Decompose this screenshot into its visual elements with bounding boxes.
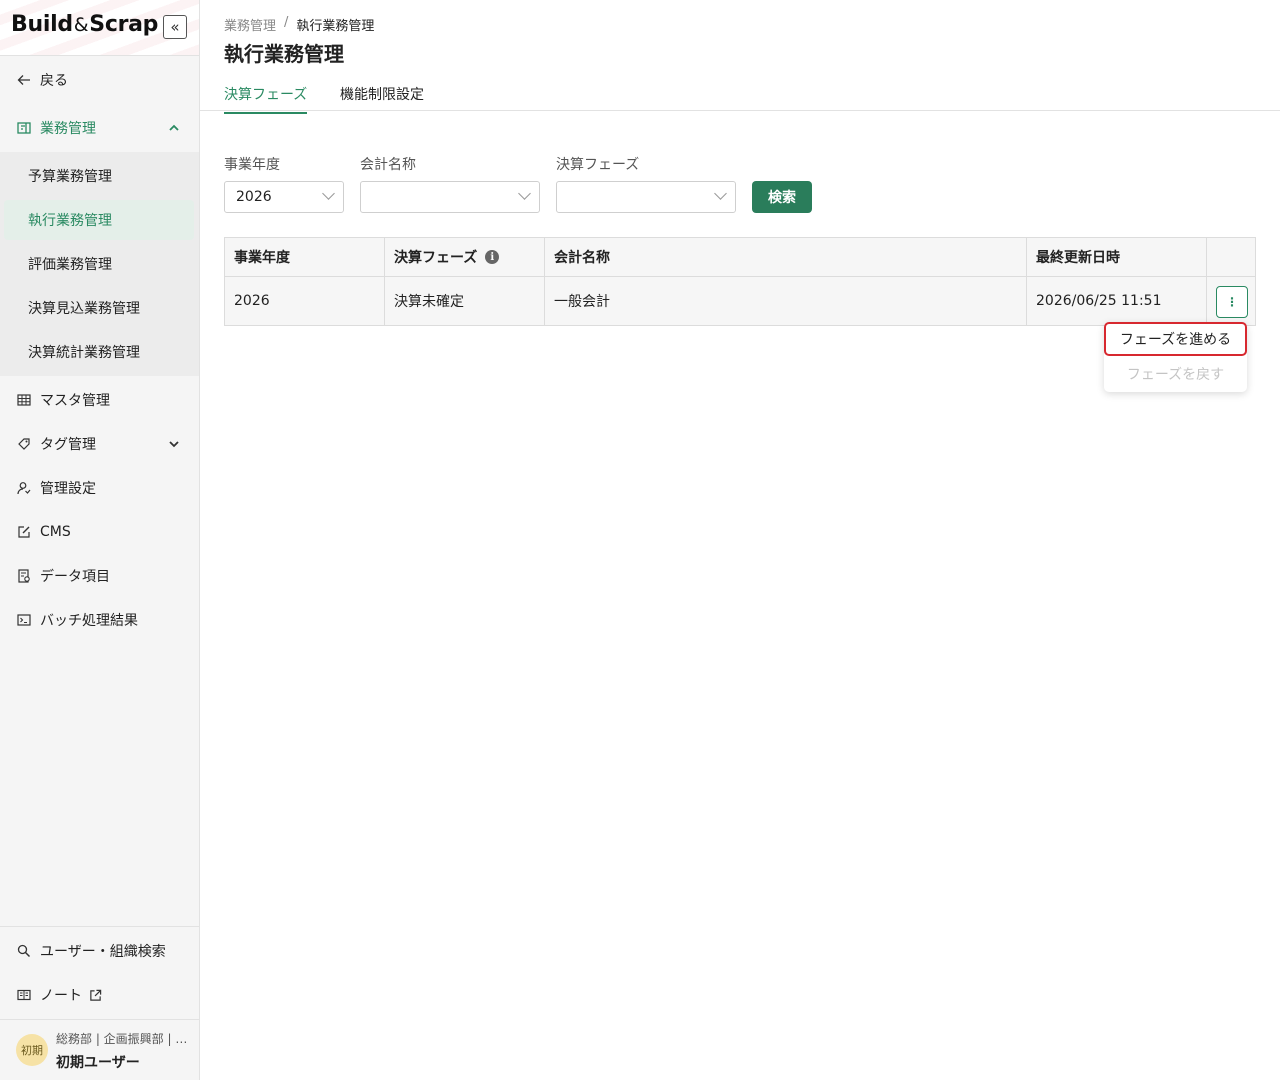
breadcrumb: 業務管理 / 執行業務管理 — [224, 15, 374, 34]
sidebar-item-label: CMS — [40, 524, 71, 540]
logo-main: Build — [11, 12, 73, 37]
user-name: 初期ユーザー — [56, 1055, 140, 1071]
row-actions-button[interactable]: ⋮ — [1216, 286, 1248, 318]
sidebar-item-label: データ項目 — [40, 569, 110, 585]
sidebar-item-cms[interactable]: CMS — [0, 510, 199, 554]
user-profile[interactable]: 初期 総務部 | 企画振興部 | … 初期ユーザー — [0, 1020, 199, 1080]
sidebar-divider — [0, 926, 199, 927]
sidebar-item-label: ユーザー・組織検索 — [40, 944, 166, 960]
sidebar-item-note[interactable]: ノート — [0, 973, 199, 1017]
sidebar-item-label: バッチ処理結果 — [40, 613, 138, 629]
edit-icon — [16, 524, 32, 540]
sidebar-item-admin-settings[interactable]: 管理設定 — [0, 466, 199, 510]
back-link[interactable]: 戻る — [0, 58, 199, 102]
phase-select[interactable] — [556, 181, 736, 213]
double-chevron-left-icon: « — [170, 17, 180, 36]
book-icon — [16, 987, 32, 1003]
phase-table: 事業年度 決算フェーズ i 会計名称 最終更新日時 2026 決算未確定 一般会… — [224, 237, 1256, 326]
logo-amp: & — [73, 14, 89, 36]
external-link-icon — [87, 987, 103, 1003]
sidebar-item-settlement-statistics[interactable]: 決算統計業務管理 — [4, 332, 194, 372]
sidebar-item-execution[interactable]: 執行業務管理 — [4, 200, 194, 240]
tag-icon — [16, 436, 32, 452]
column-header-fiscal-year: 事業年度 — [225, 238, 385, 277]
terminal-icon — [16, 612, 32, 628]
chevron-down-icon — [518, 187, 531, 200]
sidebar-item-label: 管理設定 — [40, 481, 96, 497]
fiscal-year-value: 2026 — [236, 189, 272, 205]
column-header-phase: 決算フェーズ i — [385, 238, 545, 277]
sidebar-item-evaluation[interactable]: 評価業務管理 — [4, 244, 194, 284]
sidebar-item-batch-results[interactable]: バッチ処理結果 — [0, 598, 199, 642]
advance-phase-menu-item[interactable]: フェーズを進める — [1104, 322, 1247, 356]
collapse-sidebar-button[interactable]: « — [163, 15, 187, 39]
revert-phase-menu-item: フェーズを戻す — [1126, 367, 1225, 383]
info-icon[interactable]: i — [485, 250, 500, 264]
app-logo[interactable]: Build&Scrap — [11, 12, 158, 37]
cell-phase: 決算未確定 — [385, 277, 545, 325]
sidebar-item-label: タグ管理 — [40, 437, 96, 453]
sidebar-item-data-items[interactable]: データ項目 — [0, 554, 199, 598]
fiscal-year-select[interactable]: 2026 — [224, 181, 344, 213]
cell-updated: 2026/06/25 11:51 — [1027, 277, 1207, 325]
column-header-updated: 最終更新日時 — [1027, 238, 1207, 277]
logo-area: Build&Scrap « — [0, 0, 199, 56]
sidebar-item-master[interactable]: マスタ管理 — [0, 378, 199, 422]
account-name-label: 会計名称 — [360, 157, 416, 173]
sidebar-group-business[interactable]: 業務管理 — [0, 106, 199, 150]
sidebar-item-user-search[interactable]: ユーザー・組織検索 — [0, 929, 199, 973]
chevron-up-icon — [169, 121, 179, 135]
sidebar-submenu: 予算業務管理 執行業務管理 評価業務管理 決算見込業務管理 決算統計業務管理 — [0, 152, 199, 376]
chevron-down-icon — [169, 437, 179, 451]
search-icon — [16, 943, 32, 959]
tab-settlement-phase[interactable]: 決算フェーズ — [224, 84, 308, 114]
chevron-down-icon — [322, 187, 335, 200]
account-name-select[interactable] — [360, 181, 540, 213]
cell-account: 一般会計 — [545, 277, 1027, 325]
breadcrumb-separator: / — [284, 15, 289, 30]
main-content: 業務管理 / 執行業務管理 執行業務管理 決算フェーズ 機能制限設定 事業年度 … — [200, 0, 1280, 1080]
tab-bar: 決算フェーズ 機能制限設定 — [200, 76, 1280, 114]
kebab-icon: ⋮ — [1226, 295, 1238, 309]
back-label: 戻る — [40, 73, 68, 89]
avatar: 初期 — [16, 1034, 48, 1066]
sidebar-item-tags[interactable]: タグ管理 — [0, 422, 199, 466]
chevron-down-icon — [714, 187, 727, 200]
arrow-left-icon — [16, 72, 32, 88]
logo-tail: Scrap — [89, 12, 159, 37]
breadcrumb-item-business[interactable]: 業務管理 — [224, 15, 276, 34]
sidebar-item-settlement-forecast[interactable]: 決算見込業務管理 — [4, 288, 194, 328]
tab-feature-restrictions[interactable]: 機能制限設定 — [340, 84, 424, 112]
sidebar-item-label: マスタ管理 — [40, 393, 110, 409]
row-actions-menu: フェーズを進める フェーズを戻す — [1104, 322, 1247, 392]
user-organization: 総務部 | 企画振興部 | … — [56, 1032, 188, 1046]
phase-label: 決算フェーズ — [556, 157, 640, 173]
sidebar: Build&Scrap « 戻る 業務管理 予算業務管理 執行業務管理 評価業務… — [0, 0, 200, 1080]
user-settings-icon — [16, 480, 32, 496]
column-header-account: 会計名称 — [545, 238, 1027, 277]
breadcrumb-item-current: 執行業務管理 — [296, 19, 375, 34]
data-item-icon — [16, 568, 32, 584]
cell-fiscal-year: 2026 — [225, 277, 385, 325]
fiscal-year-label: 事業年度 — [224, 157, 280, 173]
page-title: 執行業務管理 — [224, 42, 344, 66]
sidebar-group-label: 業務管理 — [40, 121, 96, 137]
column-header-actions — [1207, 238, 1255, 277]
sidebar-item-budget[interactable]: 予算業務管理 — [4, 156, 194, 196]
sidebar-item-label: ノート — [40, 988, 82, 1004]
column-header-label: 決算フェーズ — [394, 250, 478, 266]
document-icon — [16, 120, 32, 136]
search-button[interactable]: 検索 — [752, 181, 812, 213]
table-icon — [16, 392, 32, 408]
